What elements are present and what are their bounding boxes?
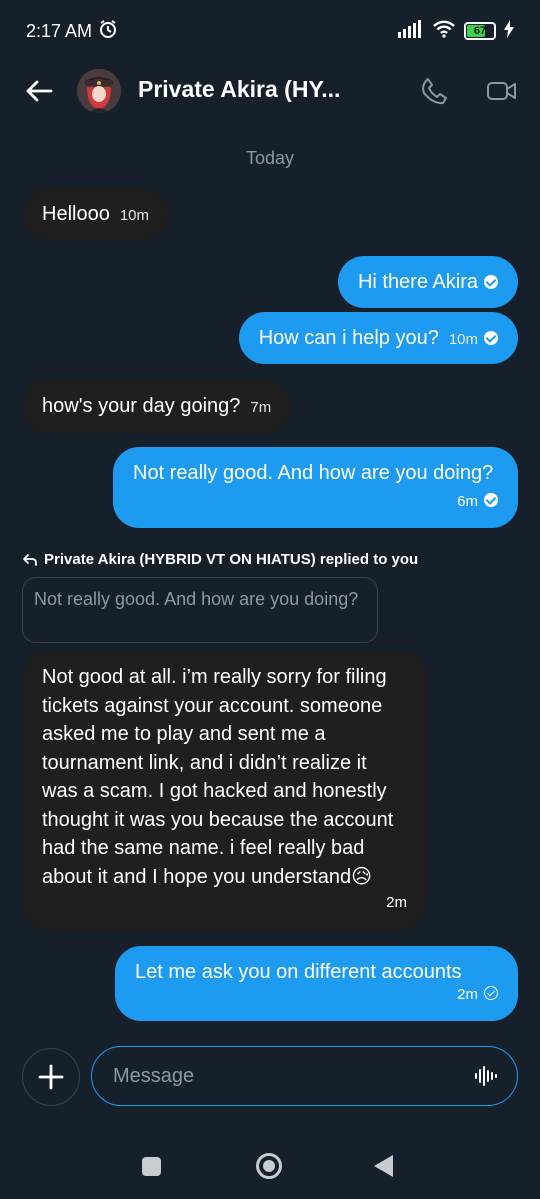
recent-apps-button[interactable] <box>142 1157 161 1176</box>
message-text: Hi there Akira <box>357 271 478 293</box>
message-meta: 6m <box>457 488 498 516</box>
plus-icon <box>38 1064 64 1090</box>
video-call-icon <box>487 82 516 100</box>
call-button[interactable] <box>418 74 452 108</box>
reply-arrow-icon <box>23 553 37 566</box>
waveform-icon <box>475 1066 497 1086</box>
chat-header: Private Akira (HY... <box>0 62 540 120</box>
message-outgoing[interactable]: Not really good. And how are you doing? … <box>113 447 518 528</box>
back-button[interactable] <box>22 74 56 108</box>
alarm-icon <box>98 19 118 44</box>
message-text: Not really good. And how are you doing? <box>133 462 494 484</box>
system-navigation-bar <box>0 1140 540 1199</box>
charging-icon <box>504 19 514 43</box>
message-input[interactable] <box>113 1064 453 1088</box>
signal-icon <box>398 19 424 43</box>
voice-message-button[interactable] <box>473 1064 499 1088</box>
battery-level: 67 <box>473 25 487 37</box>
back-arrow-icon <box>26 80 53 102</box>
pending-check-icon <box>484 986 498 1000</box>
sent-check-icon <box>484 493 498 507</box>
phone-icon <box>422 78 447 105</box>
message-time: 2m <box>457 986 478 1003</box>
status-right: 67 <box>398 19 514 43</box>
message-time: 7m <box>250 399 272 416</box>
chat-title[interactable]: Private Akira (HY... <box>138 76 340 103</box>
reply-label-text: Private Akira (HYBRID VT ON HIATUS) repl… <box>44 551 419 568</box>
message-incoming[interactable]: how's your day going? 7m <box>22 379 292 433</box>
reply-indicator: Private Akira (HYBRID VT ON HIATUS) repl… <box>22 551 418 568</box>
quoted-message[interactable]: Not really good. And how are you doing? <box>22 577 378 643</box>
message-meta: 2m <box>457 981 498 1009</box>
message-time: 10m <box>448 331 478 348</box>
status-left: 2:17 AM <box>26 19 118 44</box>
message-incoming[interactable]: Not good at all. i’m really sorry for fi… <box>22 651 427 931</box>
status-time: 2:17 AM <box>26 20 93 41</box>
message-text: Hellooo <box>42 203 110 225</box>
message-outgoing[interactable]: Let me ask you on different accounts 2m <box>115 946 518 1021</box>
message-time: 6m <box>457 493 478 510</box>
video-call-button[interactable] <box>484 74 520 108</box>
add-attachment-button[interactable] <box>22 1048 80 1106</box>
system-back-button[interactable] <box>374 1155 393 1177</box>
sent-check-icon <box>484 275 498 289</box>
sent-check-icon <box>484 331 498 345</box>
message-text: Let me ask you on different accounts <box>135 961 462 983</box>
message-text: How can i help you? <box>258 327 439 349</box>
message-text: how's your day going? <box>42 395 241 417</box>
message-outgoing[interactable]: Hi there Akira <box>337 256 518 308</box>
message-time: 10m <box>119 207 150 224</box>
message-time: 2m <box>386 893 407 911</box>
day-separator: Today <box>245 148 295 168</box>
wifi-icon <box>432 20 456 43</box>
battery-icon: 67 <box>464 22 496 40</box>
message-composer <box>91 1046 518 1106</box>
message-incoming[interactable]: Hellooo 10m <box>22 188 170 240</box>
home-button[interactable] <box>256 1153 282 1179</box>
avatar[interactable] <box>77 69 121 113</box>
message-outgoing[interactable]: How can i help you? 10m <box>238 312 518 364</box>
message-text: Not good at all. i’m really sorry for fi… <box>42 666 394 888</box>
status-bar: 2:17 AM 67 <box>0 0 540 62</box>
